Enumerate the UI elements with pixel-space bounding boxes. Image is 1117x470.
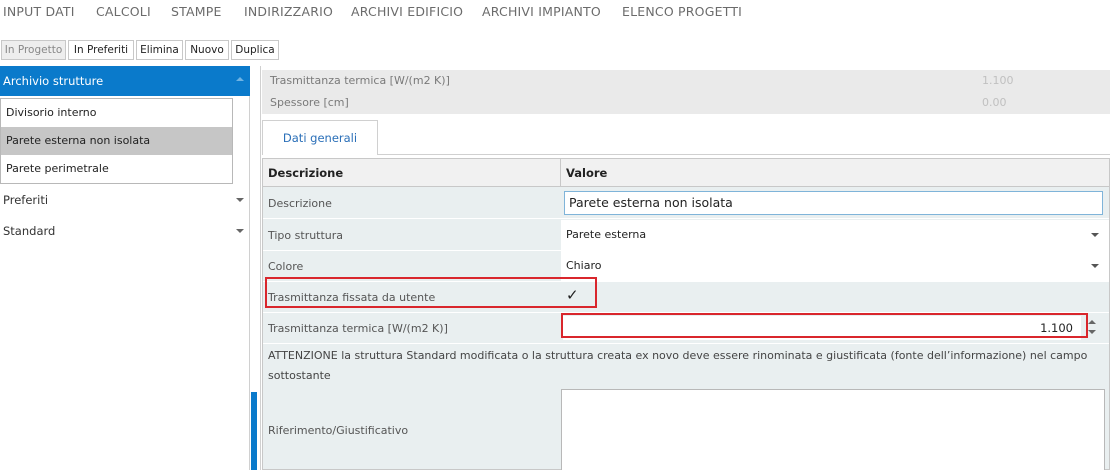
nuovo-button[interactable]: Nuovo [185, 40, 229, 60]
grid-header: Descrizione Valore [263, 159, 1109, 187]
spin-up-icon[interactable] [1088, 320, 1096, 324]
trasmittanza-fissata-cell: ✓ [561, 282, 1109, 312]
descrizione-cell: Parete esterna non isolata [561, 188, 1109, 218]
trasmittanza-fissata-label: Trasmittanza fissata da utente [268, 291, 436, 304]
standard-label: Standard [3, 224, 56, 238]
trasmittanza-termica-value: 1.100 [1040, 321, 1073, 335]
tipo-struttura-value: Parete esterna [566, 228, 647, 241]
tipo-struttura-select[interactable]: Parete esterna [561, 220, 1109, 250]
trasmittanza-spinner[interactable] [1086, 318, 1098, 338]
trasmittanza-termica-label: Trasmittanza termica [W/(m2 K)] [268, 322, 448, 335]
standard-section[interactable]: Standard [0, 217, 250, 245]
descrizione-label: Descrizione [268, 197, 332, 210]
archivio-strutture-title: Archivio strutture [3, 74, 104, 88]
descrizione-input[interactable]: Parete esterna non isolata [564, 191, 1103, 215]
tab-divider [377, 154, 1110, 155]
scroll-indicator[interactable] [251, 392, 257, 470]
summary-spessore-value: 0.00 [982, 96, 1007, 109]
column-separator [560, 159, 561, 187]
table-row: Descrizione Parete esterna non isolata [263, 188, 1109, 219]
trasmittanza-termica-input[interactable]: 1.100 [563, 316, 1081, 340]
top-menu: INPUT DATI CALCOLI STAMPE INDIRIZZARIO A… [0, 0, 1117, 26]
trasmittanza-termica-cell: 1.100 [561, 313, 1109, 343]
in-preferiti-button[interactable]: In Preferiti [68, 40, 134, 60]
structure-archive-panel: Archivio strutture Divisorio interno Par… [0, 66, 250, 470]
list-item[interactable]: Parete esterna non isolata [1, 127, 232, 155]
preferiti-section[interactable]: Preferiti [0, 186, 250, 214]
riferimento-label: Riferimento/Giustificativo [268, 424, 409, 437]
chevron-down-icon [236, 198, 244, 202]
spin-down-icon[interactable] [1088, 330, 1096, 334]
summary-spessore-row: Spessore [cm] 0.00 [262, 92, 1110, 114]
table-row: Tipo struttura Parete esterna [263, 220, 1109, 251]
colore-label: Colore [268, 260, 304, 273]
summary-trasmittanza-label: Trasmittanza termica [W/(m2 K)] [270, 74, 450, 87]
elimina-button[interactable]: Elimina [136, 40, 183, 60]
divider [260, 66, 261, 470]
tab-dati-generali[interactable]: Dati generali [262, 120, 378, 155]
table-row: Riferimento/Giustificativo [263, 389, 1109, 470]
warning-message: ATTENZIONE la struttura Standard modific… [268, 349, 1088, 382]
table-row: Trasmittanza termica [W/(m2 K)] 1.100 [263, 313, 1109, 344]
menu-input-dati[interactable]: INPUT DATI [3, 4, 75, 19]
menu-calcoli[interactable]: CALCOLI [96, 4, 151, 19]
colore-value: Chiaro [566, 259, 602, 272]
summary-trasmittanza-row: Trasmittanza termica [W/(m2 K)] 1.100 [262, 70, 1110, 92]
list-item[interactable]: Parete perimetrale [1, 155, 232, 183]
in-progetto-button[interactable]: In Progetto [1, 40, 66, 60]
preferiti-label: Preferiti [3, 193, 49, 207]
structure-list: Divisorio interno Parete esterna non iso… [0, 98, 233, 184]
menu-stampe[interactable]: STAMPE [171, 4, 222, 19]
summary-trasmittanza-value: 1.100 [982, 74, 1014, 87]
property-grid: Descrizione Valore Descrizione Parete es… [262, 158, 1110, 470]
menu-archivi-edificio[interactable]: ARCHIVI EDIFICIO [351, 4, 463, 19]
column-header-valore: Valore [566, 166, 608, 180]
menu-archivi-impianto[interactable]: ARCHIVI IMPIANTO [482, 4, 601, 19]
menu-indirizzario[interactable]: INDIRIZZARIO [244, 4, 333, 19]
chevron-down-icon [236, 229, 244, 233]
trasmittanza-fissata-checkbox[interactable]: ✓ [566, 286, 579, 304]
summary-spessore-label: Spessore [cm] [270, 96, 349, 109]
riferimento-textarea[interactable] [561, 389, 1105, 470]
chevron-down-icon [1091, 233, 1099, 237]
chevron-down-icon [1091, 264, 1099, 268]
chevron-up-icon [236, 77, 244, 81]
menu-elenco-progetti[interactable]: ELENCO PROGETTI [622, 4, 742, 19]
list-item[interactable]: Divisorio interno [1, 99, 232, 127]
colore-select[interactable]: Chiaro [561, 251, 1109, 281]
archivio-strutture-header[interactable]: Archivio strutture [0, 66, 250, 96]
table-row: Trasmittanza fissata da utente ✓ [263, 282, 1109, 313]
structure-detail-panel: Trasmittanza termica [W/(m2 K)] 1.100 Sp… [260, 66, 1117, 470]
column-header-descrizione: Descrizione [268, 166, 344, 180]
tipo-struttura-label: Tipo struttura [268, 229, 344, 242]
duplica-button[interactable]: Duplica [231, 40, 279, 60]
table-row: Colore Chiaro [263, 251, 1109, 282]
